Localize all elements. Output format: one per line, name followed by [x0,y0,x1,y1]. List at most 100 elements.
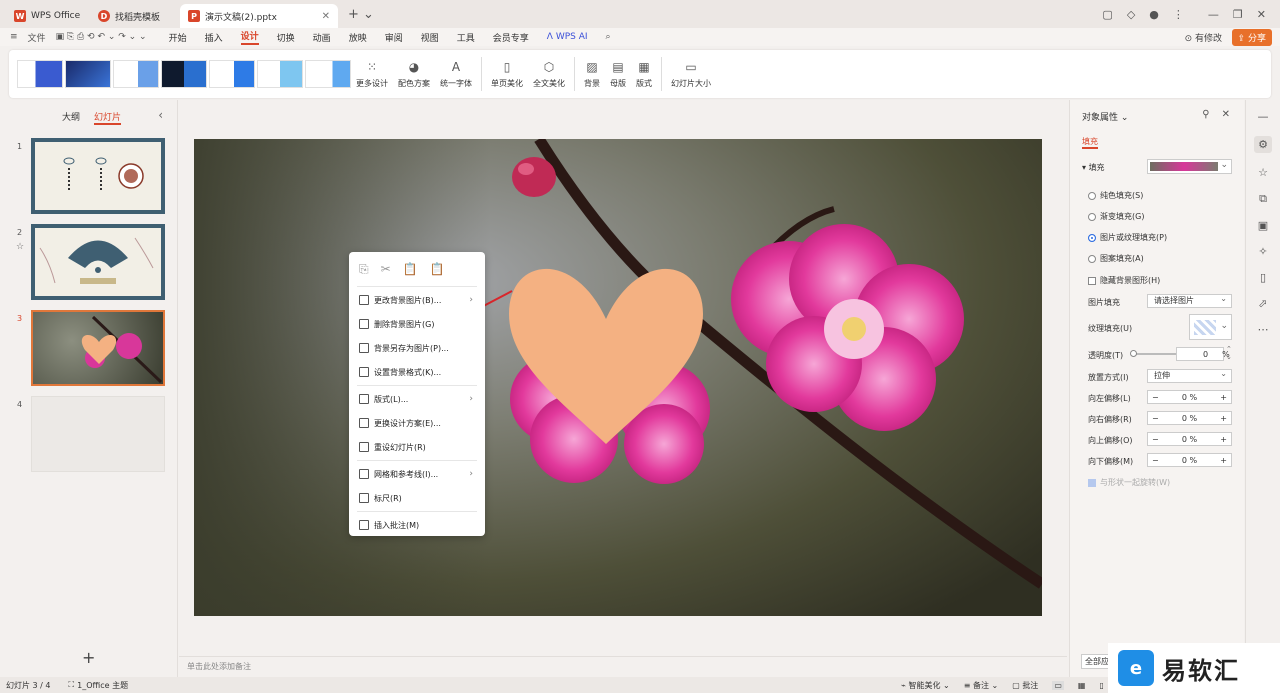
design-thumb[interactable] [113,60,159,88]
menu-review[interactable]: 审阅 [385,31,403,44]
add-slide-icon[interactable]: + [82,648,95,667]
radio-gradient-fill[interactable]: 渐变填充(G) [1088,211,1144,222]
picture-fill-select[interactable]: 请选择图片 [1147,293,1232,308]
menu-item-change-design[interactable]: 更换设计方案(E)... [349,411,485,435]
slide-thumbnail-3[interactable] [31,310,165,386]
full-beautify-button[interactable]: ⬡ 全文美化 [528,60,570,89]
spinner-icon[interactable]: ⌃ ⌄ [1226,345,1232,361]
menu-item-insert-comment[interactable]: 插入批注(M) [349,513,485,537]
properties-icon[interactable]: ⚙ [1254,136,1272,153]
plus-icon[interactable]: + [1220,393,1227,402]
smart-beautify-button[interactable]: ⌁ 智能美化 ⌄ [901,680,950,691]
normal-view-icon[interactable]: ▭ [1052,680,1064,690]
offset-right-stepper[interactable]: − 0 % + [1147,411,1232,425]
menu-item-reset-slide[interactable]: 重设幻灯片(R) [349,435,485,459]
menu-item-layout[interactable]: 版式(L)... › [349,387,485,411]
paste-icon[interactable]: 📋 [403,262,418,277]
color-scheme-button[interactable]: ◕ 配色方案 [393,60,435,89]
slide-thumbnail-2[interactable] [31,224,165,300]
design-thumb[interactable] [17,60,63,88]
transparency-input[interactable]: 0 % [1176,347,1230,361]
menu-item-change-bg[interactable]: 更改背景图片(B)... › [349,288,485,312]
share-icon[interactable]: ⬀ [1258,297,1267,310]
cut-icon[interactable]: ✂ [381,262,391,277]
single-beautify-button[interactable]: ▯ 单页美化 [486,60,528,89]
design-thumb[interactable] [305,60,351,88]
radio-solid-fill[interactable]: 纯色填充(S) [1088,190,1143,201]
minus-icon[interactable]: − [1152,414,1159,423]
theme-name[interactable]: 1_Office 主题 [77,680,128,691]
restore-icon[interactable]: ❐ [1233,8,1243,21]
checkbox-rotate-with-shape[interactable]: 与形状一起旋转(W) [1088,477,1170,488]
slide-thumbnail-4[interactable] [31,396,165,472]
radio-picture-fill[interactable]: 图片或纹理填充(P) [1088,232,1167,243]
texture-fill-select[interactable]: ⌄ [1189,314,1232,340]
tools-icon[interactable]: ✧ [1258,245,1267,258]
notes-field[interactable]: 单击此处添加备注 [179,656,1067,677]
checkbox-hide-bg[interactable]: 隐藏背景图形(H) [1088,275,1160,286]
offset-top-stepper[interactable]: − 0 % + [1147,432,1232,446]
collapse-icon[interactable]: ‹ [158,108,163,122]
share-button[interactable]: ⇪ 分享 [1231,29,1272,46]
menu-insert[interactable]: 插入 [205,31,223,44]
star-icon[interactable]: ☆ [1258,166,1268,179]
plus-icon[interactable]: + [1220,435,1227,444]
plus-icon[interactable]: + [1220,414,1227,423]
menu-item-grid[interactable]: 网格和参考线(I)... › [349,462,485,486]
window-close-icon[interactable]: ✕ [1257,8,1266,21]
layout-button[interactable]: ▦ 版式 [631,60,657,89]
notes-button[interactable]: ≡ 备注 ⌄ [964,680,999,691]
tab-template[interactable]: D 找稻壳模板 [90,4,180,28]
tab-fill[interactable]: 填充 [1082,136,1098,149]
copy-icon[interactable]: ⧉ [1259,192,1267,206]
paste-text-icon[interactable]: 📋 [430,262,445,277]
panel-title[interactable]: 对象属性 ⌄ [1082,110,1128,123]
minus-icon[interactable]: − [1152,393,1159,402]
menu-member[interactable]: 会员专享 [493,31,529,44]
hamburger-icon[interactable]: ≡ [10,32,18,42]
minimize-panel-icon[interactable]: — [1258,110,1269,123]
window-icon[interactable]: ▢ [1102,8,1112,21]
offset-bottom-stepper[interactable]: − 0 % + [1147,453,1232,467]
offset-left-stepper[interactable]: − 0 % + [1147,390,1232,404]
design-thumb[interactable] [209,60,255,88]
menu-transition[interactable]: 切换 [277,31,295,44]
search-icon[interactable]: ⌕ [606,32,611,42]
grid-view-icon[interactable]: ▦ [1078,681,1086,690]
minimize-icon[interactable]: — [1208,8,1219,21]
menu-item-format-bg[interactable]: 设置背景格式(K)... [349,360,485,384]
minus-icon[interactable]: − [1152,456,1159,465]
more-icon[interactable]: ⋮ [1173,8,1184,21]
close-icon[interactable]: ✕ [322,11,330,22]
master-button[interactable]: ▤ 母版 [605,60,631,89]
reading-view-icon[interactable]: ▯ [1099,681,1103,690]
design-thumb[interactable] [161,60,207,88]
tab-document[interactable]: P 演示文稿(2).pptx ✕ [180,4,338,28]
more-icon[interactable]: ⋯ [1258,323,1269,336]
placement-select[interactable]: 拉伸 [1147,368,1232,383]
menu-design[interactable]: 设计 [240,29,259,45]
menu-animation[interactable]: 动画 [313,31,331,44]
minus-icon[interactable]: − [1152,435,1159,444]
tab-slides[interactable]: 幻灯片 [94,110,122,125]
radio-pattern-fill[interactable]: 图案填充(A) [1088,253,1144,264]
menu-view[interactable]: 视图 [421,31,439,44]
avatar[interactable]: ● [1149,8,1159,21]
quick-access-icons[interactable]: ▣ ⎘ ⎙ ⟲ ↶ ⌄ ↷ ⌄ ⌄ [56,32,147,42]
image-icon[interactable]: ▣ [1258,219,1268,232]
menu-item-delete-bg[interactable]: 删除背景图片(G) [349,312,485,336]
slide-thumbnail-1[interactable] [31,138,165,214]
unify-font-button[interactable]: A 统一字体 [435,60,477,89]
close-icon[interactable]: ✕ [1222,109,1230,120]
background-button[interactable]: ▨ 背景 [579,60,605,89]
edit-mode-status[interactable]: ⊙ 有修改 [1185,31,1222,44]
tab-outline[interactable]: 大纲 [62,110,80,125]
new-tab-icon[interactable]: + ⌄ [348,7,374,22]
shape-icon[interactable]: ▯ [1260,271,1266,284]
menu-item-save-bg[interactable]: 背景另存为图片(P)... [349,336,485,360]
menu-slideshow[interactable]: 放映 [349,31,367,44]
menu-item-ruler[interactable]: 标尺(R) [349,486,485,510]
tab-wps-office[interactable]: W WPS Office [6,4,90,28]
transparency-slider[interactable] [1130,350,1177,357]
plus-icon[interactable]: + [1220,456,1227,465]
